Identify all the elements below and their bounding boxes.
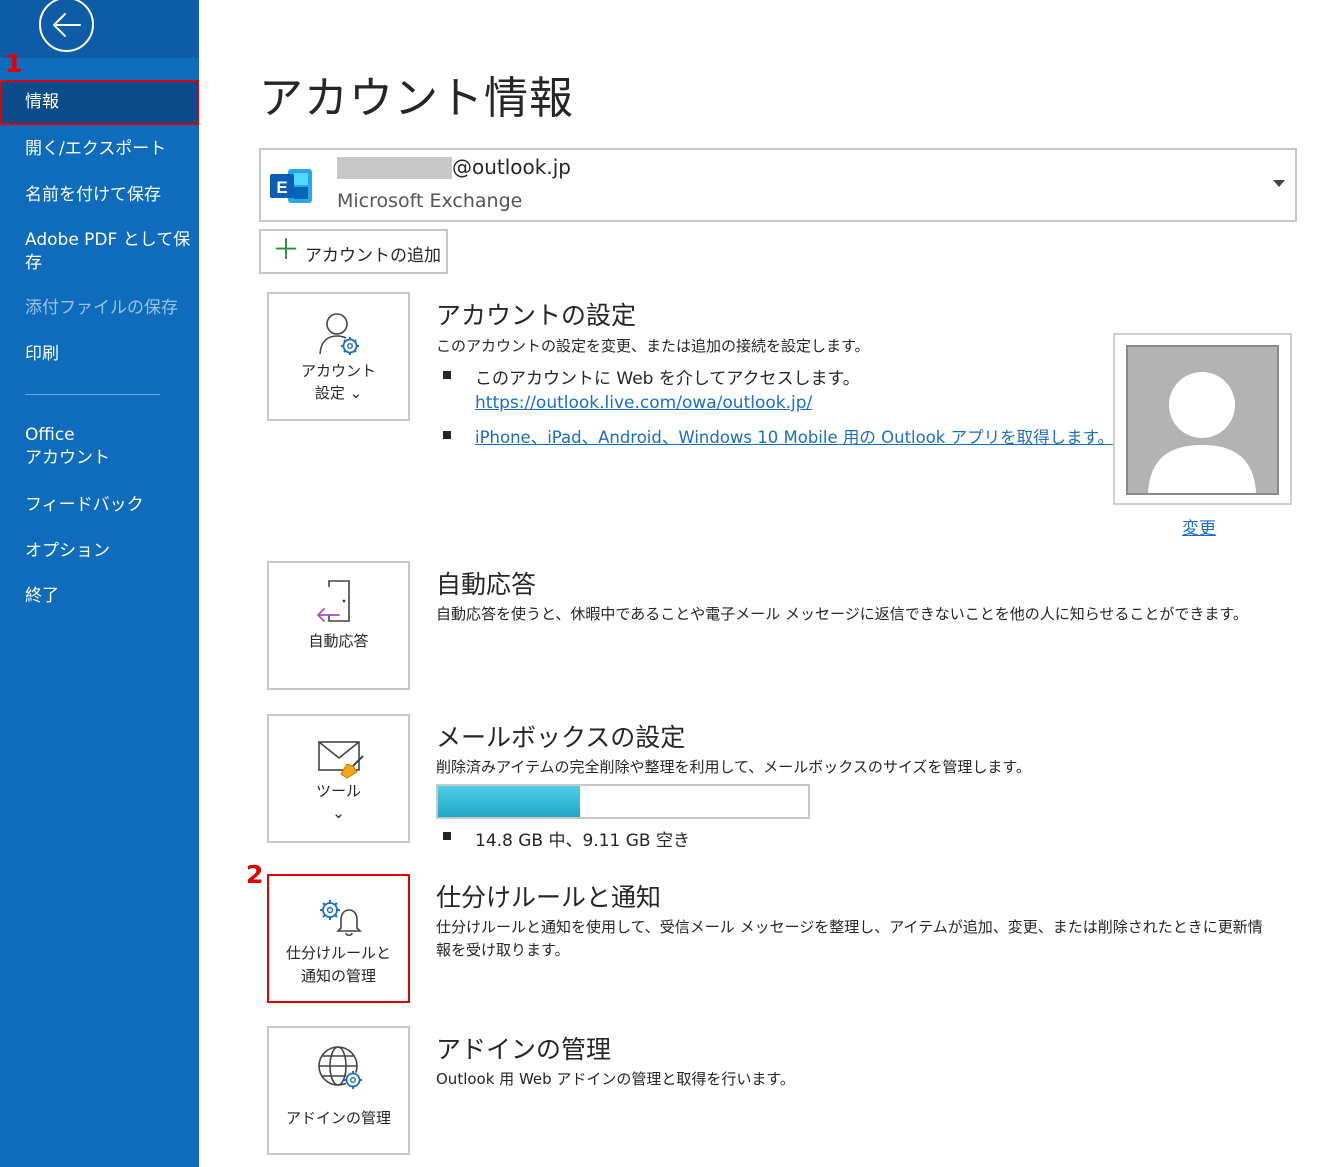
person-silhouette-icon <box>1148 372 1256 493</box>
nav-label: 名前を付けて保存 <box>25 185 161 205</box>
section-title-rules: 仕分けルールと通知 <box>436 883 662 912</box>
nav-label: 情報 <box>25 92 59 112</box>
section-title-auto-reply: 自動応答 <box>436 570 537 599</box>
rules-alerts-tile[interactable]: 仕分けルールと 通知の管理 <box>267 874 410 1003</box>
nav-label: アカウント <box>25 448 110 468</box>
section-desc-auto-reply: 自動応答を使うと、休暇中であることや電子メール メッセージに返信できないことを他… <box>436 605 1248 623</box>
nav-label: オプション <box>25 541 110 561</box>
backstage-sidebar: 情報 開く/エクスポート 名前を付けて保存 Adobe PDF として保 存 添… <box>0 0 199 1167</box>
nav-label: 存 <box>25 253 42 273</box>
caret-down-icon <box>1273 180 1285 187</box>
exchange-icon: E <box>270 169 312 203</box>
arrow-left-icon <box>53 13 81 37</box>
tile-label: 自動応答 <box>308 632 369 650</box>
nav-label: 開く/エクスポート <box>25 139 167 159</box>
nav-item-print[interactable]: 印刷 <box>0 343 199 366</box>
section-title-account-settings: アカウントの設定 <box>436 301 637 330</box>
annotation-number-1: 1 <box>5 49 23 78</box>
nav-item-feedback[interactable]: フィードバック <box>0 494 199 517</box>
nav-item-office-account[interactable]: Office アカウント <box>0 424 199 470</box>
owa-link[interactable]: https://outlook.live.com/owa/outlook.jp/ <box>475 393 812 413</box>
redacted-username <box>337 157 452 179</box>
page-title: アカウント情報 <box>259 73 574 124</box>
nav-label: Adobe PDF として保 <box>25 230 191 250</box>
account-dropdown[interactable]: E @outlook.jp Microsoft Exchange <box>259 148 1297 222</box>
tile-label-dropdown: 設定 ⌄ <box>314 384 363 402</box>
tile-label: アドインの管理 <box>285 1109 391 1127</box>
mail-broom-icon <box>318 741 364 779</box>
nav-item-save-adobe-pdf[interactable]: Adobe PDF として保 存 <box>0 229 199 275</box>
user-gear-icon <box>319 313 359 355</box>
bullet-text-web-access: このアカウントに Web を介してアクセスします。 <box>475 369 860 389</box>
manage-addins-tile[interactable]: アドインの管理 <box>267 1026 410 1155</box>
change-photo-link[interactable]: 変更 <box>1182 514 1216 539</box>
add-account-label: アカウントの追加 <box>305 246 441 266</box>
section-title-mailbox: メールボックスの設定 <box>436 723 686 752</box>
nav-label: 終了 <box>25 586 59 606</box>
tile-label: 仕分けルールと <box>285 944 391 962</box>
tile-label: アカウント <box>300 362 376 380</box>
nav-label: フィードバック <box>25 495 144 515</box>
tile-label: ツール <box>315 782 361 800</box>
bullet-icon <box>443 371 451 379</box>
section-desc-rules: 仕分けルールと通知を使用して、受信メール メッセージを整理し、アイテムが追加、変… <box>436 916 1263 962</box>
door-arrow-icon <box>317 580 350 622</box>
gear-bell-icon <box>320 900 362 937</box>
nav-item-exit[interactable]: 終了 <box>0 585 199 608</box>
mailbox-usage-text: 14.8 GB 中、9.11 GB 空き <box>475 831 690 851</box>
chevron-down-icon: ⌄ <box>332 804 345 822</box>
mobile-app-link[interactable]: iPhone、iPad、Android、Windows 10 Mobile 用の… <box>475 424 1114 448</box>
mailbox-usage-bar <box>436 784 810 819</box>
section-desc-mailbox: 削除済みアイテムの完全削除や整理を利用して、メールボックスのサイズを管理します。 <box>436 758 1031 776</box>
nav-item-save-attachments: 添付ファイルの保存 <box>0 297 199 320</box>
desc-line: 報を受け取ります。 <box>436 941 570 959</box>
section-title-addins: アドインの管理 <box>436 1035 612 1064</box>
nav-label: 添付ファイルの保存 <box>25 298 178 318</box>
plus-icon: ＋ <box>272 233 301 266</box>
nav-item-save-as[interactable]: 名前を付けて保存 <box>0 184 199 207</box>
svg-text:E: E <box>276 178 287 197</box>
nav-item-options[interactable]: オプション <box>0 540 199 563</box>
account-settings-tile[interactable]: アカウント 設定 ⌄ <box>267 292 410 421</box>
nav-divider <box>25 394 160 395</box>
profile-photo <box>1113 333 1292 505</box>
mailbox-tools-tile[interactable]: ツール ⌄ <box>267 714 410 843</box>
nav-label: 印刷 <box>25 344 59 364</box>
desc-line: 仕分けルールと通知を使用して、受信メール メッセージを整理し、アイテムが追加、変… <box>436 918 1263 936</box>
nav-item-open-export[interactable]: 開く/エクスポート <box>0 138 199 161</box>
tile-label: 通知の管理 <box>300 967 376 985</box>
account-type: Microsoft Exchange <box>337 190 523 212</box>
profile-photo-placeholder <box>1126 345 1279 495</box>
bullet-icon <box>443 832 451 840</box>
mailbox-usage-fill <box>438 786 581 817</box>
account-email: @outlook.jp <box>452 155 571 179</box>
bullet-icon <box>443 431 451 439</box>
add-account-button[interactable]: ＋ アカウントの追加 <box>259 229 448 274</box>
nav-label: Office <box>25 425 75 445</box>
auto-reply-tile[interactable]: 自動応答 <box>267 561 410 690</box>
globe-gear-icon <box>318 1046 362 1089</box>
back-band <box>0 0 199 58</box>
section-desc-addins: Outlook 用 Web アドインの管理と取得を行います。 <box>436 1070 795 1088</box>
annotation-number-2: 2 <box>246 860 264 889</box>
nav-item-info[interactable]: 情報 <box>0 80 199 125</box>
section-desc-account-settings: このアカウントの設定を変更、または追加の接続を設定します。 <box>436 337 870 355</box>
